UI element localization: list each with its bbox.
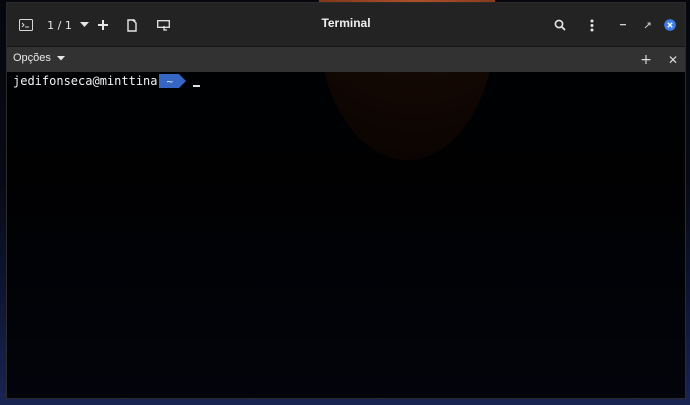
terminal-window: 1 / 1 Terminal Opções + ✕ jedifonseca@mi… — [6, 2, 686, 399]
close-tab-button[interactable]: ✕ — [663, 50, 683, 70]
prompt-line: jedifonseca@minttina ~ — [13, 74, 201, 88]
kebab-menu-icon — [590, 19, 594, 31]
maximize-icon — [644, 22, 650, 28]
search-button[interactable] — [549, 13, 571, 37]
close-icon: ✕ — [667, 53, 679, 67]
search-icon — [554, 19, 566, 31]
options-label: Opções — [13, 52, 51, 64]
terminal-area[interactable]: jedifonseca@minttina ~ — [7, 72, 685, 398]
minimize-button[interactable] — [614, 13, 632, 37]
menu-button[interactable] — [581, 13, 603, 37]
add-tab-button[interactable]: + — [636, 50, 656, 70]
close-button[interactable] — [661, 13, 679, 37]
chevron-down-icon — [56, 55, 65, 60]
text-cursor — [193, 85, 201, 87]
minimize-icon — [620, 24, 626, 26]
tab-bar: Opções + ✕ — [7, 47, 685, 72]
prompt-directory-segment: ~ — [158, 74, 186, 88]
maximize-button[interactable] — [638, 13, 656, 37]
plus-icon: + — [640, 52, 652, 68]
close-icon — [664, 19, 676, 31]
header-bar: 1 / 1 Terminal — [7, 3, 685, 47]
prompt-user-host: jedifonseca@minttina — [13, 74, 158, 88]
options-menu[interactable]: Opções — [13, 52, 65, 64]
